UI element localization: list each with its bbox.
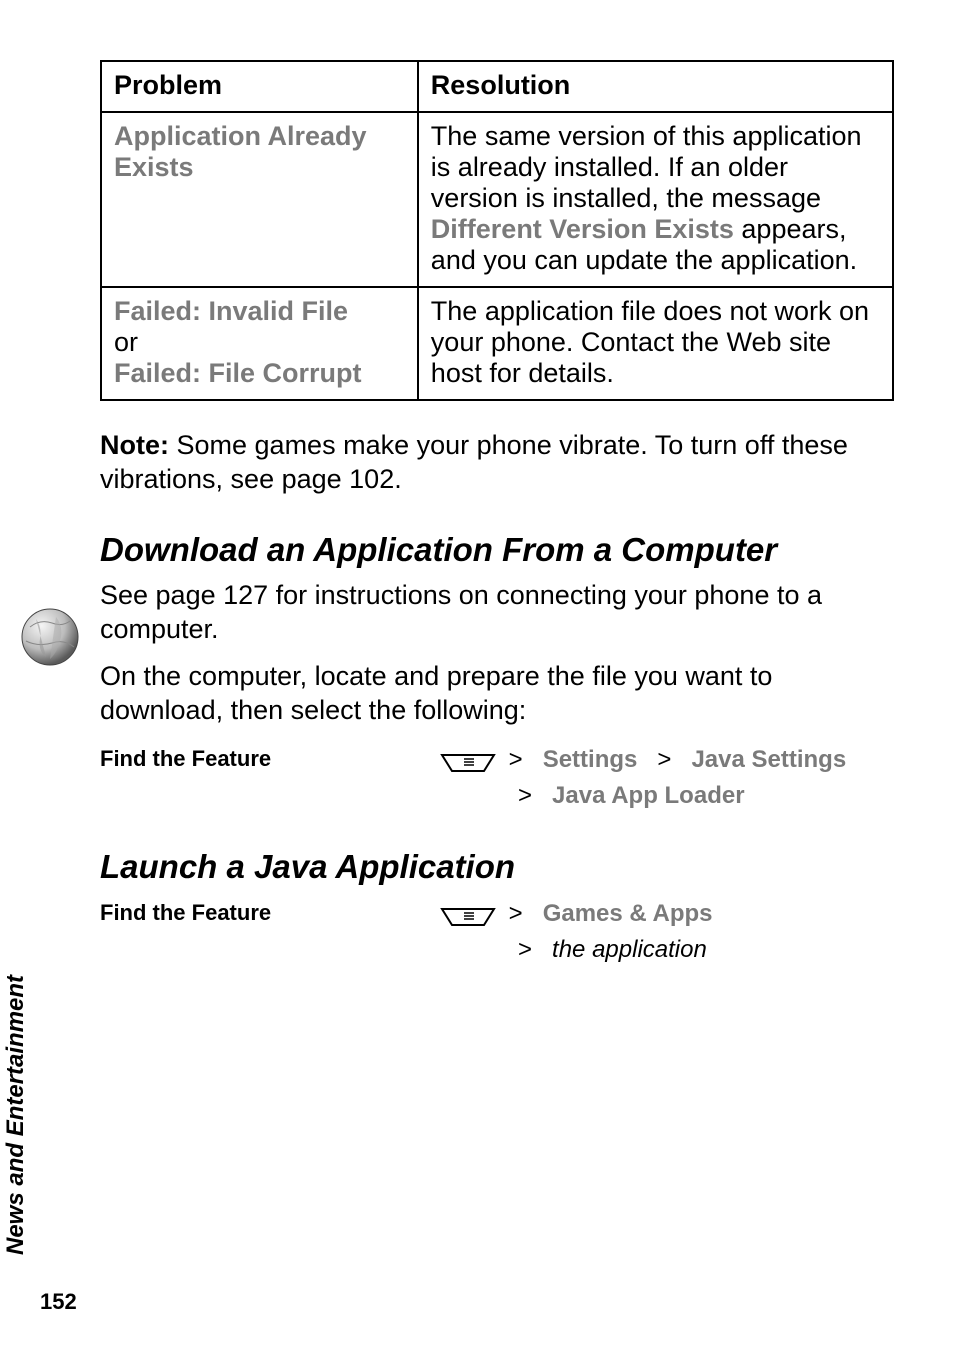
feature-path: > Games & Apps > the application (440, 896, 894, 968)
problem-text-1: Failed: Invalid File (114, 296, 348, 326)
page-number: 152 (40, 1289, 77, 1315)
feature-label: Find the Feature (100, 896, 440, 926)
feature-path: > Settings > Java Settings > Java App Lo… (440, 742, 894, 814)
gt: > (518, 782, 532, 809)
heading-launch-java: Launch a Java Application (100, 848, 894, 886)
globe-icon (18, 605, 82, 669)
col-header-resolution: Resolution (418, 61, 893, 112)
find-the-feature-1: Find the Feature > Settings > Java Setti… (100, 742, 894, 814)
note-label: Note: (100, 430, 169, 460)
table-row: Failed: Invalid File or Failed: File Cor… (101, 287, 893, 400)
heading-download-app: Download an Application From a Computer (100, 531, 894, 569)
note-paragraph: Note: Some games make your phone vibrate… (100, 429, 894, 497)
path-java-settings: Java Settings (691, 746, 846, 773)
feature-label: Find the Feature (100, 742, 440, 772)
find-the-feature-2: Find the Feature > Games & Apps > the ap… (100, 896, 894, 968)
side-section-label: News and Entertainment (2, 975, 30, 1255)
path-settings: Settings (543, 746, 638, 773)
table-header-row: Problem Resolution (101, 61, 893, 112)
problems-table: Problem Resolution Application Already E… (100, 60, 894, 401)
gt: > (509, 746, 523, 773)
gt: > (509, 900, 523, 927)
para-locate-file: On the computer, locate and prepare the … (100, 660, 894, 728)
cell-problem: Application Already Exists (101, 112, 418, 287)
cell-resolution: The same version of this application is … (418, 112, 893, 287)
menu-key-icon (440, 903, 496, 927)
resolution-pre: The same version of this application is … (431, 121, 862, 213)
path-games-apps: Games & Apps (543, 900, 713, 927)
note-text: Some games make your phone vibrate. To t… (100, 430, 848, 494)
path-java-app-loader: Java App Loader (552, 782, 745, 809)
page: Problem Resolution Application Already E… (0, 0, 954, 1345)
problem-text: Application Already Exists (114, 121, 367, 182)
col-header-problem: Problem (101, 61, 418, 112)
resolution-text: The application file does not work on yo… (431, 296, 869, 388)
menu-key-icon (440, 749, 496, 773)
gt: > (518, 936, 532, 963)
problem-text-2: Failed: File Corrupt (114, 358, 362, 388)
resolution-highlight: Different Version Exists (431, 214, 734, 244)
cell-resolution: The application file does not work on yo… (418, 287, 893, 400)
path-the-application: the application (552, 936, 707, 963)
cell-problem: Failed: Invalid File or Failed: File Cor… (101, 287, 418, 400)
para-see-page-127: See page 127 for instructions on connect… (100, 579, 894, 647)
problem-or: or (114, 327, 138, 357)
gt: > (657, 746, 671, 773)
table-row: Application Already Exists The same vers… (101, 112, 893, 287)
